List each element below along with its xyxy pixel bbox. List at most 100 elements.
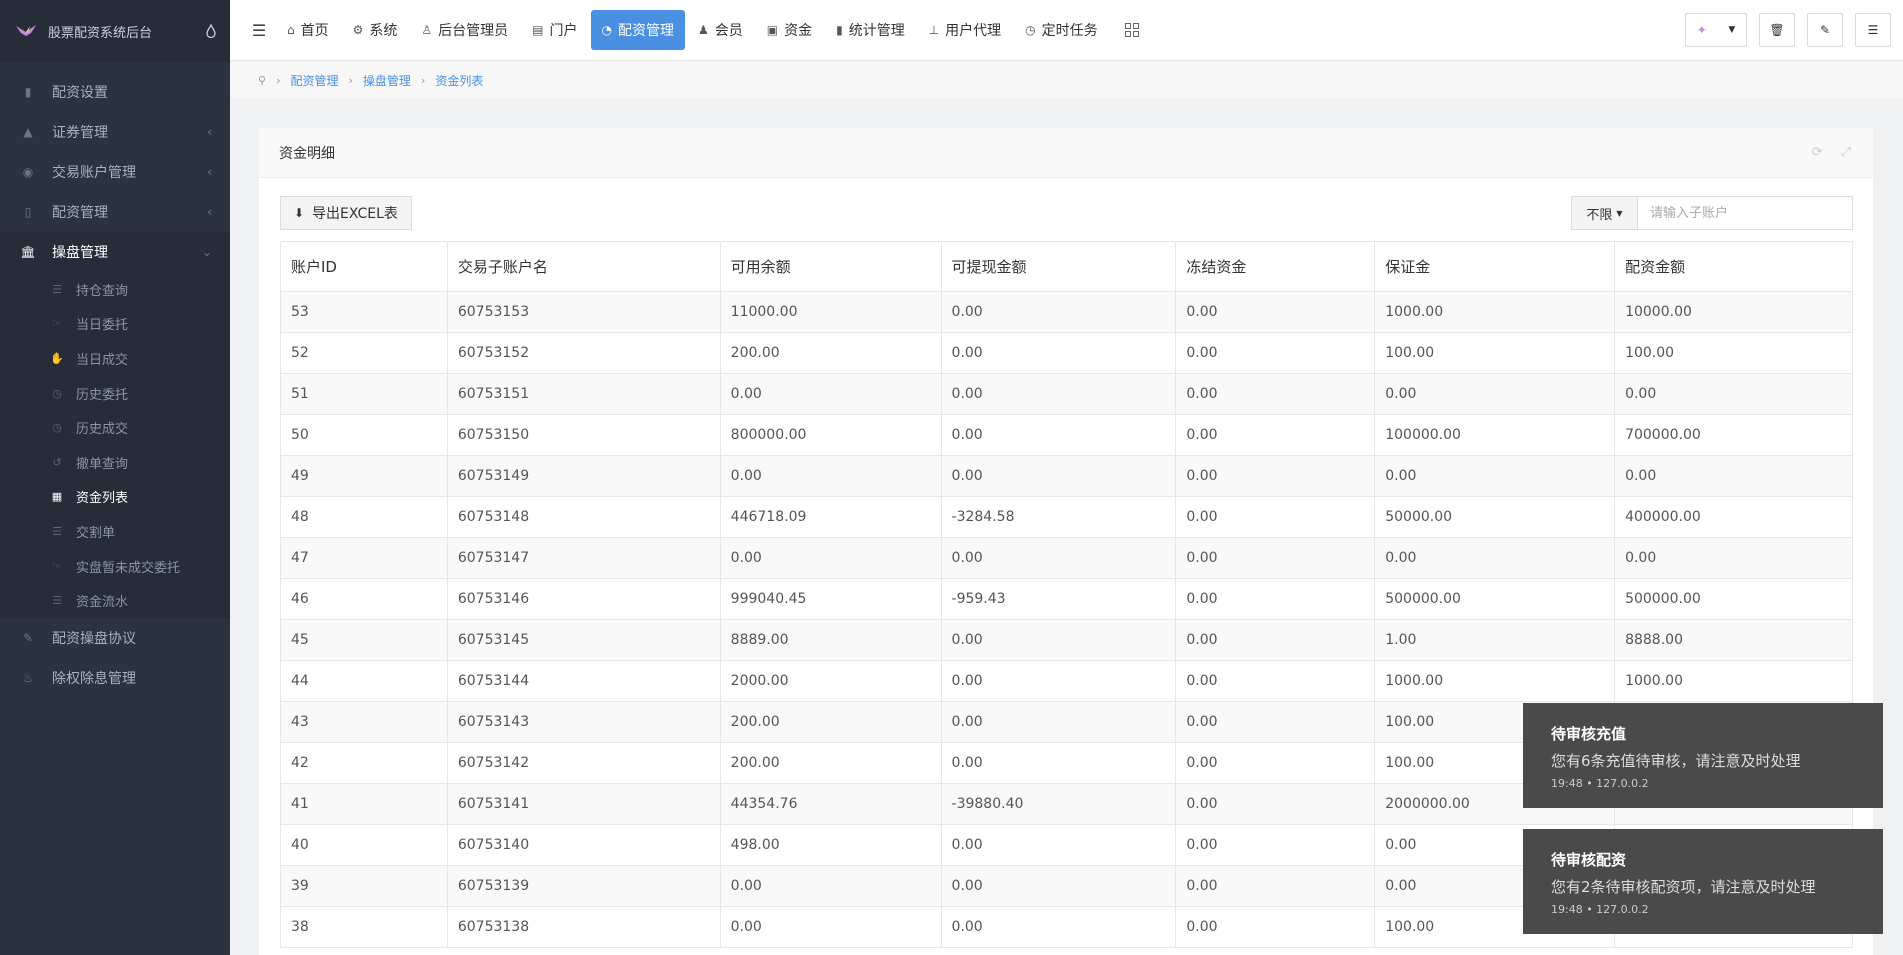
sidebar-item[interactable]: 🏛 操盘管理 ⌄: [0, 232, 230, 272]
table-cell: 100.00: [1614, 332, 1853, 374]
table-cell: 8888.00: [1614, 619, 1853, 661]
table-cell: 42: [280, 742, 448, 784]
table-cell: 1000.00: [1614, 660, 1853, 702]
trash-button[interactable]: 🗑: [1759, 13, 1795, 47]
top-nav-item[interactable]: ◔ 配资管理: [590, 10, 685, 50]
table-cell: 0.00: [1175, 701, 1376, 743]
top-nav-item[interactable]: ⌂ 首页: [276, 10, 340, 50]
sidebar-item[interactable]: ✎ 配资操盘协议: [0, 618, 230, 658]
table-cell: 500000.00: [1614, 578, 1853, 620]
table-cell: 0.00: [940, 455, 1177, 497]
refresh-icon[interactable]: ⟳: [1812, 145, 1823, 160]
sidebar-subitem[interactable]: ☰ 资金流水: [0, 583, 230, 618]
table-row[interactable]: 44 60753144 2000.00 0.00 0.00 1000.00 1000.00: [280, 660, 1853, 702]
sidebar-item[interactable]: ▮ 配资设置: [0, 72, 230, 112]
table-cell: 0.00: [1175, 783, 1376, 825]
pencil-icon: ✎: [22, 630, 34, 645]
table-row[interactable]: 53 60753153 11000.00 0.00 0.00 1000.00 10000.0…: [280, 291, 1853, 333]
chevron-down-icon: ⌄: [201, 245, 212, 259]
top-nav-item[interactable]: ▤ 门户: [521, 10, 588, 50]
top-nav-item[interactable]: ⚙ 系统: [342, 10, 409, 50]
table-row[interactable]: 48 60753148 446718.09 -3284.58 0.00 50000.00 4…: [280, 496, 1853, 538]
water-drop-icon[interactable]: [206, 24, 216, 38]
table-cell: 0.00: [1614, 455, 1853, 497]
table-cell: 60753144: [446, 660, 721, 702]
sidebar-subitem-label: 资金流水: [76, 595, 129, 611]
menu-toggle-icon[interactable]: ☰: [242, 10, 276, 50]
top-nav-item[interactable]: ⊥ 用户代理: [918, 10, 1012, 50]
money-icon: ▣: [766, 23, 779, 37]
apps-grid-icon[interactable]: [1124, 23, 1139, 37]
export-excel-button[interactable]: ⬇ 导出EXCEL表: [280, 196, 412, 230]
breadcrumb-link[interactable]: 操盘管理: [363, 72, 411, 89]
export-label: 导出EXCEL表: [312, 206, 398, 222]
top-nav: ⌂ 首页 ⚙ 系统 ♙ 后台管理员 ▤ 门户 ◔ 配资管理 ♟ 会员 ▣ 资金 ▮ 统计管理 ⊥ 用户代理 ◷ 定时任…: [276, 0, 1111, 61]
sidebar-item[interactable]: ♨ 除权除息管理: [0, 658, 230, 698]
top-nav-item[interactable]: ▣ 资金: [756, 10, 823, 50]
list-icon: ☰: [52, 524, 62, 538]
top-nav-label: 定时任务: [1041, 23, 1098, 39]
sidebar-subitem[interactable]: ☰ 持仓查询: [0, 272, 230, 307]
newspaper-icon: ▤: [532, 23, 544, 37]
table-row[interactable]: 52 60753152 200.00 0.00 0.00 100.00 100.00: [280, 332, 1853, 374]
sidebar-subitem[interactable]: ☞ 当日委托: [0, 307, 230, 342]
table-cell: 47: [280, 537, 448, 579]
notification-toast[interactable]: 待审核配资 您有2条待审核配资项，请注意及时处理 19:48 • 127.0.0.2: [1523, 829, 1883, 934]
filter-select[interactable]: 不限 ▼: [1572, 197, 1638, 229]
top-nav-item[interactable]: ♟ 会员: [687, 10, 754, 50]
table-row[interactable]: 45 60753145 8889.00 0.00 0.00 1.00 8888.00: [280, 619, 1853, 661]
table-cell: 11000.00: [719, 291, 942, 333]
sidebar-subitem[interactable]: ☰ 交割单: [0, 514, 230, 549]
notification-toast[interactable]: 待审核充值 您有6条充值待审核，请注意及时处理 19:48 • 127.0.0.2: [1523, 703, 1883, 808]
table-cell: 41: [280, 783, 448, 825]
table-cell: 2000.00: [719, 660, 942, 702]
table-cell: 52: [280, 332, 448, 374]
sidebar-subitem[interactable]: ✋ 当日成交: [0, 341, 230, 376]
table-cell: 60753152: [446, 332, 721, 374]
handshake-icon: ✋: [50, 351, 64, 365]
top-nav-item[interactable]: ◷ 定时任务: [1014, 10, 1108, 50]
top-nav-item[interactable]: ▮ 统计管理: [825, 10, 916, 50]
table-cell: 40: [280, 824, 448, 866]
table-cell: 60753153: [446, 291, 721, 333]
sidebar-subitem[interactable]: ↺ 撤单查询: [0, 445, 230, 480]
table-cell: 0.00: [940, 742, 1177, 784]
expand-icon[interactable]: ⤢: [1841, 145, 1851, 160]
table-cell: 60753151: [446, 373, 721, 415]
table-cell: 60753148: [446, 496, 721, 538]
table-cell: 0.00: [1614, 537, 1853, 579]
sidebar-item[interactable]: ◉ 交易账户管理 ‹: [0, 152, 230, 192]
edit-button[interactable]: ✎: [1807, 13, 1843, 47]
table-cell: 200.00: [719, 701, 942, 743]
sidebar-subitem[interactable]: ▦ 资金列表: [0, 480, 230, 515]
trash-icon: 🗑: [1769, 23, 1785, 37]
sliders-icon: ☰: [1867, 23, 1879, 37]
sidebar-subitem-label: 当日成交: [76, 352, 129, 368]
table-row[interactable]: 49 60753149 0.00 0.00 0.00 0.00 0.00: [280, 455, 1853, 497]
user-menu-button[interactable]: ✦ ▼: [1685, 13, 1747, 47]
sub-account-input[interactable]: [1638, 197, 1852, 229]
list-icon: ☰: [52, 594, 62, 608]
table-cell: 44: [280, 660, 448, 702]
breadcrumb-link[interactable]: 配资管理: [290, 72, 338, 89]
sidebar-subitem[interactable]: ◷ 历史成交: [0, 410, 230, 445]
table-cell: 0.00: [1614, 373, 1853, 415]
table-row[interactable]: 50 60753150 800000.00 0.00 0.00 100000.00 7000…: [280, 414, 1853, 456]
map-pin-icon: ⚲: [258, 73, 267, 87]
table-cell: -39880.40: [940, 783, 1177, 825]
column-header: 冻结资金: [1175, 241, 1376, 292]
breadcrumb-link[interactable]: 资金列表: [435, 72, 483, 89]
toast-title: 待审核配资: [1551, 851, 1627, 869]
sidebar-subitem[interactable]: ◷ 历史委托: [0, 376, 230, 411]
sidebar-item[interactable]: ▯ 配资管理 ‹: [0, 192, 230, 232]
sidebar-item[interactable]: ▲ 证券管理 ‹: [0, 112, 230, 152]
table-cell: 0.00: [1175, 742, 1376, 784]
table-row[interactable]: 51 60753151 0.00 0.00 0.00 0.00 0.00: [280, 373, 1853, 415]
table-cell: 0.00: [1175, 496, 1376, 538]
table-row[interactable]: 47 60753147 0.00 0.00 0.00 0.00 0.00: [280, 537, 1853, 579]
table-cell: 0.00: [1175, 578, 1376, 620]
top-nav-item[interactable]: ♙ 后台管理员: [410, 10, 519, 50]
table-row[interactable]: 46 60753146 999040.45 -959.43 0.00 500000.00 5…: [280, 578, 1853, 620]
settings-panel-button[interactable]: ☰: [1855, 13, 1891, 47]
sidebar-subitem[interactable]: ☞ 实盘暂未成交委托: [0, 549, 230, 584]
